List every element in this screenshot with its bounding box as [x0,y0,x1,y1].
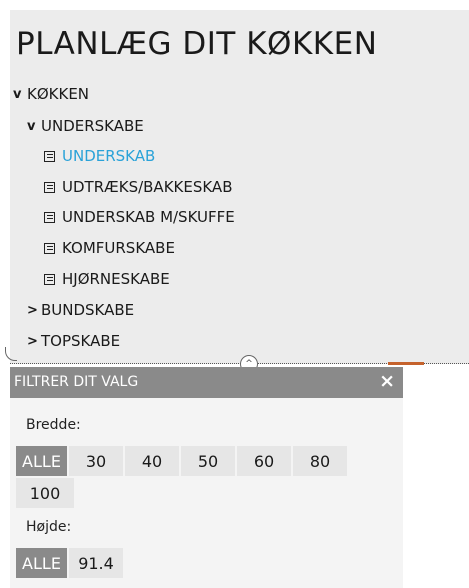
bredde-option-alle[interactable]: ALLE [16,446,67,476]
tree-item-label: KOMFURSKABE [62,239,175,257]
tree-node-label: KØKKEN [27,85,90,103]
category-tree-panel: PLANLÆG DIT KØKKEN v KØKKEN v UNDERSKABE… [0,0,469,364]
tree-node-kokken[interactable]: v KØKKEN [13,82,89,106]
bredde-option-30[interactable]: 30 [69,446,123,476]
tree-item-label: UNDERSKAB M/SKUFFE [62,208,235,226]
tree-node-label: BUNDSKABE [41,301,135,319]
bredde-option-40[interactable]: 40 [125,446,179,476]
tree-item-komfurskabe[interactable]: KOMFURSKABE [44,236,175,260]
document-icon [44,181,55,193]
tree-item-underskab-m-skuffe[interactable]: UNDERSKAB M/SKUFFE [44,205,235,229]
hojde-label: Højde: [26,519,72,535]
tree-node-label: TOPSKABE [41,332,121,350]
chevron-right-icon: > [27,333,38,349]
tree-node-underskabe[interactable]: v UNDERSKABE [27,114,144,138]
bredde-option-100[interactable]: 100 [16,478,74,508]
document-icon [44,211,55,223]
tree-item-hjorneskabe[interactable]: HJØRNESKABE [44,267,170,291]
hojde-option-91-4[interactable]: 91.4 [69,548,123,578]
filter-title: FILTRER DIT VALG [14,374,139,390]
tree-item-label: UNDERSKAB [62,147,156,165]
document-icon [44,150,55,162]
tree-item-udtraeks-bakkeskab[interactable]: UDTRÆKS/BAKKESKAB [44,175,233,199]
document-icon [44,242,55,254]
document-icon [44,273,55,285]
hojde-option-alle[interactable]: ALLE [16,548,67,578]
tree-node-bundskabe[interactable]: > BUNDSKABE [27,298,134,322]
accent-bar [388,362,424,365]
bredde-option-50[interactable]: 50 [181,446,235,476]
chevron-right-icon: > [27,302,38,318]
filter-panel: FILTRER DIT VALG × Bredde: ALLE 30 40 50… [10,367,403,588]
filter-header: FILTRER DIT VALG × [10,367,403,398]
bredde-option-60[interactable]: 60 [237,446,291,476]
chevron-down-icon: v [13,86,22,102]
tree-item-underskab[interactable]: UNDERSKAB [44,144,155,168]
tree-item-label: UDTRÆKS/BAKKESKAB [62,178,233,196]
tree-node-label: UNDERSKABE [41,117,144,135]
close-icon[interactable]: × [379,370,395,392]
bredde-option-80[interactable]: 80 [293,446,347,476]
page-title: PLANLÆG DIT KØKKEN [16,26,378,62]
tree-item-label: HJØRNESKABE [62,270,170,288]
tree-node-topskabe[interactable]: > TOPSKABE [27,329,120,353]
bredde-label: Bredde: [26,417,81,433]
chevron-down-icon: v [27,118,36,134]
